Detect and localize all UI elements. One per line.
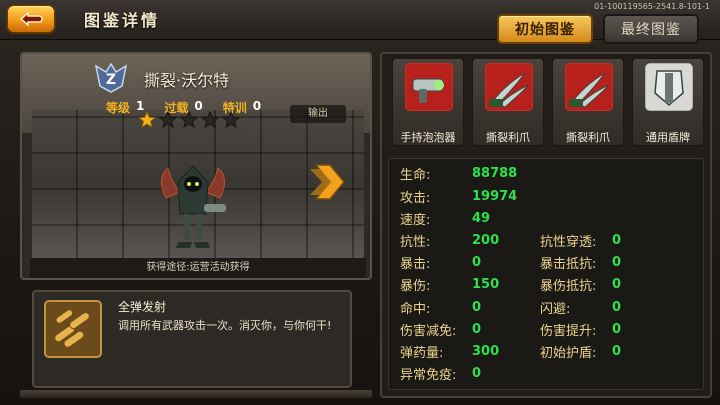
svg-text:Z: Z — [106, 72, 116, 88]
bubble-gun-icon — [405, 63, 453, 111]
back-button[interactable] — [6, 4, 56, 34]
claw-icon — [485, 63, 533, 111]
star-filled-icon — [138, 111, 156, 129]
equipment-label-2: 撕裂利爪 — [486, 131, 530, 144]
attr-ammo: 弹药量: 300 — [400, 342, 499, 361]
level-label: 等级 — [106, 101, 131, 115]
equipment-slot-1[interactable]: 手持泡泡器 — [392, 58, 464, 146]
skill-name: 全弹发射 — [118, 300, 167, 314]
attr-dodge-label: 闪避: — [540, 302, 571, 317]
attr-atk-label: 攻击: — [400, 191, 431, 206]
attr-hp: 生命: 88788 — [400, 164, 517, 183]
attr-ammo-value: 300 — [472, 344, 500, 359]
attr-immunity-label: 异常免疫: — [400, 368, 457, 383]
attr-crit-dmg-label: 暴伤: — [400, 279, 431, 294]
attr-crit-label: 暴击: — [400, 257, 431, 272]
attr-crit-res-value: 0 — [612, 255, 622, 270]
attr-crit-dmg: 暴伤: 150 — [400, 275, 499, 294]
attr-crit-res: 暴击抵抗: 0 — [540, 253, 621, 272]
attr-hit-label: 命中: — [400, 302, 431, 317]
skill-panel: 全弹发射 调用所有武器攻击一次。消灭你，与你何干! — [32, 290, 352, 388]
attr-res-pen: 抗性穿透: 0 — [540, 231, 621, 250]
acquire-source: 获得途径:运营活动获得 — [30, 258, 366, 278]
attr-dmg-up-value: 0 — [612, 322, 622, 337]
attr-spd-value: 49 — [472, 211, 491, 226]
role-tag: 输出 — [290, 105, 346, 123]
star-empty-icon — [180, 111, 198, 129]
hero-name: 撕裂·沃尔特 — [144, 71, 230, 90]
attr-crit-dmg-res: 暴伤抵抗: 0 — [540, 275, 621, 294]
attr-spd: 速度: 49 — [400, 209, 490, 228]
star-empty-icon — [159, 111, 177, 129]
panel-bottom-edge — [20, 390, 372, 398]
page-title: 图鉴详情 — [84, 11, 161, 30]
training-value: 0 — [252, 99, 262, 113]
attr-spd-label: 速度: — [400, 213, 431, 228]
equipment-slot-2[interactable]: 撕裂利爪 — [472, 58, 544, 146]
star-empty-icon — [222, 111, 240, 129]
next-hero-arrow-icon[interactable] — [310, 163, 350, 201]
attr-hp-label: 生命: — [400, 168, 431, 183]
attr-dodge-value: 0 — [612, 300, 622, 315]
attr-crit-dmg-res-value: 0 — [612, 277, 622, 292]
attr-init-shield: 初始护盾: 0 — [540, 342, 621, 361]
attr-dmg-red: 伤害减免: 0 — [400, 320, 481, 339]
attr-hit: 命中: 0 — [400, 298, 481, 317]
attr-immunity-value: 0 — [472, 366, 482, 381]
attr-init-shield-value: 0 — [612, 344, 622, 359]
equipment-label-1: 手持泡泡器 — [400, 131, 456, 144]
attr-dmg-up: 伤害提升: 0 — [540, 320, 621, 339]
equipment-label-3: 撕裂利爪 — [566, 131, 610, 144]
attr-res-label: 抗性: — [400, 235, 431, 250]
attr-dmg-up-label: 伤害提升: — [540, 324, 597, 339]
equipment-label-4: 通用盾牌 — [646, 131, 690, 144]
tab-final-codex[interactable]: 最终图鉴 — [603, 14, 699, 44]
equipment-slot-4[interactable]: 通用盾牌 — [632, 58, 704, 146]
equipment-slot-3[interactable]: 撕裂利爪 — [552, 58, 624, 146]
attr-crit-value: 0 — [472, 255, 482, 270]
attr-atk: 攻击: 19974 — [400, 187, 517, 206]
attr-dmg-red-value: 0 — [472, 322, 482, 337]
attr-atk-value: 19974 — [472, 189, 518, 204]
attr-dodge: 闪避: 0 — [540, 298, 621, 317]
bullets-skill-icon — [44, 300, 102, 358]
claw-icon — [565, 63, 613, 111]
skill-description: 调用所有武器攻击一次。消灭你，与你何干! — [118, 319, 332, 332]
tab-initial-codex[interactable]: 初始图鉴 — [497, 14, 593, 44]
hero-character-image — [161, 165, 226, 248]
rank-badge-icon: Z — [94, 62, 128, 93]
equipment-row: 手持泡泡器 撕裂利爪 撕裂利爪 通用盾牌 — [392, 58, 704, 146]
attr-res: 抗性: 200 — [400, 231, 499, 250]
attr-crit: 暴击: 0 — [400, 253, 481, 272]
star-empty-icon — [201, 111, 219, 129]
attr-crit-res-label: 暴击抵抗: — [540, 257, 597, 272]
attr-res-pen-value: 0 — [612, 233, 622, 248]
star-rating — [138, 111, 240, 129]
attr-crit-dmg-value: 150 — [472, 277, 500, 292]
attr-immunity: 异常免疫: 0 — [400, 364, 481, 383]
attr-res-pen-label: 抗性穿透: — [540, 235, 597, 250]
version-text: 01-100119565-2541.8-101-1 — [594, 2, 710, 11]
attr-hit-value: 0 — [472, 300, 482, 315]
attr-res-value: 200 — [472, 233, 500, 248]
attr-init-shield-label: 初始护盾: — [540, 346, 597, 361]
attr-crit-dmg-res-label: 暴伤抵抗: — [540, 279, 597, 294]
attr-hp-value: 88788 — [472, 166, 518, 181]
attr-dmg-red-label: 伤害减免: — [400, 324, 457, 339]
back-arrow-icon — [19, 11, 43, 27]
shield-icon — [645, 63, 693, 111]
attr-ammo-label: 弹药量: — [400, 346, 444, 361]
